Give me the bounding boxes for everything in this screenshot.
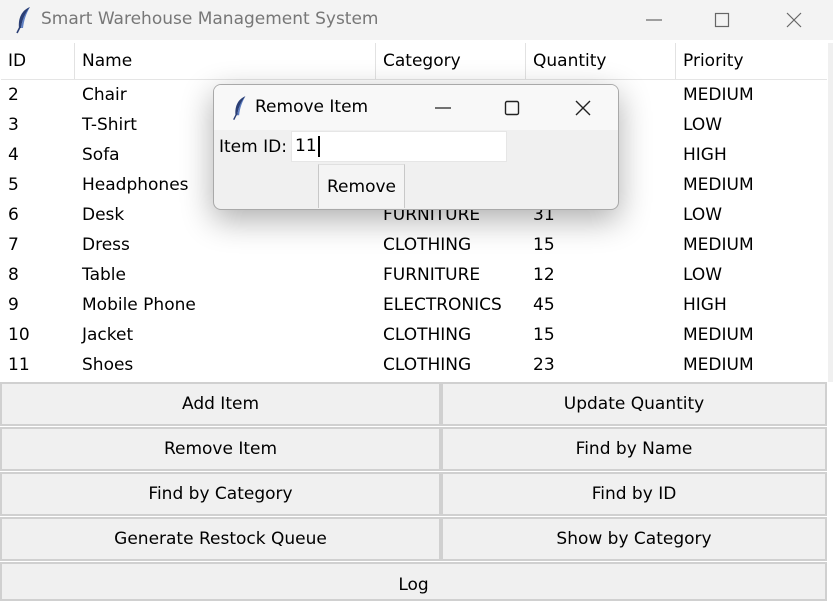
- dialog-title: Remove Item: [255, 97, 369, 117]
- maximize-icon: [714, 12, 730, 28]
- cell-id: 5: [8, 175, 19, 195]
- text-caret: [317, 135, 320, 157]
- dialog-close-button[interactable]: [550, 85, 616, 130]
- cell-name: Mobile Phone: [82, 295, 196, 315]
- cell-name: Dress: [82, 235, 130, 255]
- column-header-name[interactable]: Name: [75, 43, 376, 79]
- find-by-id-button[interactable]: Find by ID: [441, 472, 827, 516]
- cell-priority: MEDIUM: [683, 175, 754, 195]
- minimize-button[interactable]: [620, 0, 688, 40]
- cell-priority: HIGH: [683, 145, 727, 165]
- minimize-icon: [646, 19, 662, 21]
- cell-id: 10: [8, 325, 30, 345]
- dialog-maximize-button[interactable]: [479, 85, 545, 130]
- cell-id: 9: [8, 295, 19, 315]
- dialog-title-bar: Remove Item: [214, 85, 618, 130]
- table-row[interactable]: 10 Jacket CLOTHING 15 MEDIUM: [1, 320, 827, 350]
- cell-category: FURNITURE: [383, 265, 481, 285]
- cell-quantity: 12: [533, 265, 555, 285]
- cell-name: Shoes: [82, 355, 134, 375]
- cell-name: Headphones: [82, 175, 189, 195]
- add-item-button[interactable]: Add Item: [0, 382, 441, 426]
- item-id-label: Item ID:: [219, 137, 287, 157]
- item-id-input[interactable]: 11: [291, 131, 507, 162]
- table-row[interactable]: 8 Table FURNITURE 12 LOW: [1, 260, 827, 290]
- maximize-button[interactable]: [688, 0, 756, 40]
- column-header-quantity[interactable]: Quantity: [526, 43, 676, 79]
- show-by-category-button[interactable]: Show by Category: [441, 517, 827, 561]
- cell-priority: MEDIUM: [683, 355, 754, 375]
- dialog-minimize-button[interactable]: [410, 85, 476, 130]
- close-icon: [575, 100, 591, 115]
- close-icon: [786, 12, 802, 28]
- remove-item-dialog: Remove Item Item ID: 11 Remove: [213, 84, 619, 210]
- cell-name: Jacket: [82, 325, 134, 345]
- cell-priority: LOW: [683, 115, 723, 135]
- main-title-bar: Smart Warehouse Management System: [0, 0, 833, 40]
- cell-priority: MEDIUM: [683, 325, 754, 345]
- column-header-id[interactable]: ID: [1, 43, 75, 79]
- cell-id: 6: [8, 205, 19, 225]
- table-header: ID Name Category Quantity Priority: [1, 43, 827, 80]
- close-button[interactable]: [760, 0, 828, 40]
- cell-name: Sofa: [82, 145, 120, 165]
- cell-name: T-Shirt: [82, 115, 137, 135]
- maximize-icon: [504, 100, 520, 115]
- cell-name: Desk: [82, 205, 125, 225]
- table-row[interactable]: 9 Mobile Phone ELECTRONICS 45 HIGH: [1, 290, 827, 320]
- cell-id: 11: [8, 355, 30, 375]
- find-by-name-button[interactable]: Find by Name: [441, 427, 827, 471]
- cell-quantity: 45: [533, 295, 555, 315]
- cell-quantity: 15: [533, 235, 555, 255]
- cell-category: CLOTHING: [383, 325, 472, 345]
- cell-name: Table: [82, 265, 126, 285]
- table-scrollbar[interactable]: [828, 43, 833, 382]
- find-by-category-button[interactable]: Find by Category: [0, 472, 441, 516]
- cell-quantity: 15: [533, 325, 555, 345]
- generate-restock-queue-button[interactable]: Generate Restock Queue: [0, 517, 441, 561]
- cell-quantity: 23: [533, 355, 555, 375]
- column-header-category[interactable]: Category: [376, 43, 526, 79]
- cell-name: Chair: [82, 85, 127, 105]
- cell-category: CLOTHING: [383, 355, 472, 375]
- cell-priority: HIGH: [683, 295, 727, 315]
- log-button[interactable]: Log: [0, 562, 827, 601]
- cell-id: 3: [8, 115, 19, 135]
- cell-category: CLOTHING: [383, 235, 472, 255]
- column-header-priority[interactable]: Priority: [676, 43, 827, 79]
- minimize-icon: [435, 106, 451, 109]
- cell-id: 4: [8, 145, 19, 165]
- update-quantity-button[interactable]: Update Quantity: [441, 382, 827, 426]
- cell-priority: MEDIUM: [683, 235, 754, 255]
- feather-icon: [16, 7, 30, 34]
- remove-item-button[interactable]: Remove Item: [0, 427, 441, 471]
- cell-priority: MEDIUM: [683, 85, 754, 105]
- table-row[interactable]: 11 Shoes CLOTHING 23 MEDIUM: [1, 350, 827, 380]
- table-row[interactable]: 7 Dress CLOTHING 15 MEDIUM: [1, 230, 827, 260]
- cell-id: 7: [8, 235, 19, 255]
- dialog-remove-button[interactable]: Remove: [318, 164, 405, 208]
- cell-id: 8: [8, 265, 19, 285]
- cell-priority: LOW: [683, 205, 723, 225]
- cell-id: 2: [8, 85, 19, 105]
- feather-icon: [233, 96, 246, 121]
- window-title: Smart Warehouse Management System: [41, 9, 379, 29]
- cell-category: ELECTRONICS: [383, 295, 502, 315]
- cell-priority: LOW: [683, 265, 723, 285]
- item-id-value: 11: [295, 136, 317, 156]
